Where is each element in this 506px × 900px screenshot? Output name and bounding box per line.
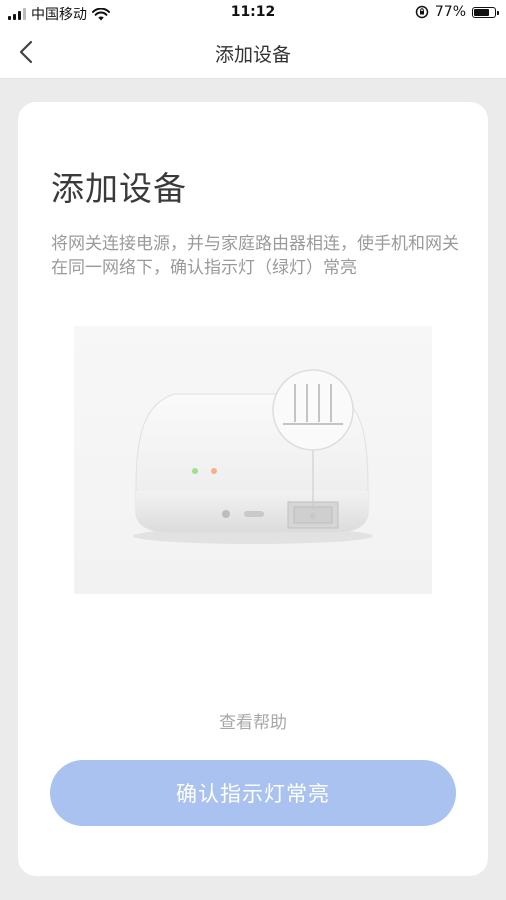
card-description: 将网关连接电源，并与家庭路由器相连，使手机和网关在同一网络下，确认指示灯（绿灯）… [51,234,459,278]
status-right: 77% [415,4,499,20]
status-bar: 中国移动 11:12 77% [0,0,506,26]
indicator-green [192,468,198,474]
reset-hole [222,510,230,518]
gateway-illustration [74,326,432,594]
battery-percent: 77% [434,4,466,20]
rotation-lock-icon [415,5,429,19]
add-device-card: 添加设备 将网关连接电源，并与家庭路由器相连，使手机和网关在同一网络下，确认指示… [18,102,488,876]
indicator-orange [211,468,217,474]
card-title: 添加设备 [51,169,187,208]
nav-bar: 添加设备 [0,26,506,79]
battery-fill [474,8,489,16]
confirm-indicator-button[interactable]: 确认指示灯常亮 [50,760,456,826]
zoom-callout [272,369,354,451]
battery-icon [472,6,499,18]
usb-port [244,511,264,517]
nav-title: 添加设备 [214,44,291,66]
help-link[interactable]: 查看帮助 [18,708,488,733]
